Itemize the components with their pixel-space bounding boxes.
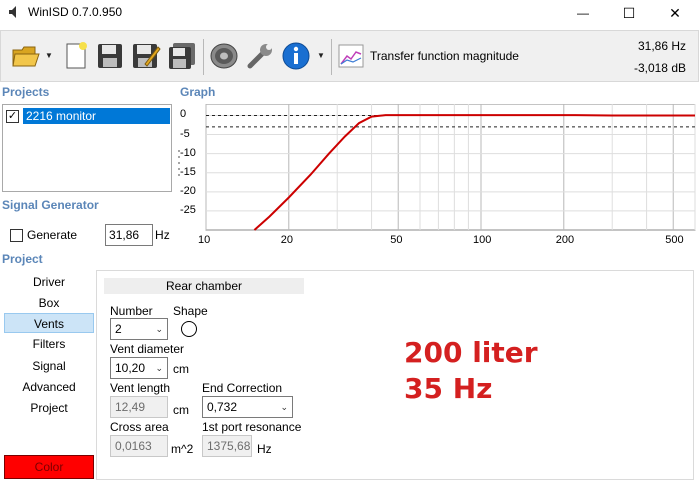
- close-icon: ✕: [669, 4, 681, 21]
- annotation-tuning: 35 Hz: [404, 372, 493, 405]
- end-correction-label: End Correction: [202, 381, 283, 395]
- about-button[interactable]: [279, 37, 313, 75]
- save-button[interactable]: [93, 37, 127, 75]
- save-as-icon: [133, 44, 161, 68]
- close-button[interactable]: ✕: [652, 0, 698, 26]
- open-button[interactable]: [9, 37, 43, 75]
- generate-checkbox[interactable]: [10, 228, 23, 242]
- annotation-volume: 200 liter: [404, 336, 538, 369]
- graph-type-button[interactable]: [335, 37, 367, 75]
- number-value: 2: [115, 322, 122, 336]
- chart-grid: [205, 103, 696, 231]
- new-document-icon: [66, 42, 87, 69]
- graph-icon: [338, 44, 364, 68]
- toolbar: ▼ ▼ Transfer function magnitude 31,86 Hz…: [0, 30, 699, 82]
- project-name: 2216 monitor: [23, 108, 170, 124]
- color-button[interactable]: Color: [4, 455, 94, 479]
- y-tick-label: -10: [180, 146, 196, 159]
- end-correction-value: 0,732: [207, 400, 238, 414]
- nav-item-filters[interactable]: Filters: [4, 334, 94, 354]
- port-resonance-label: 1st port resonance: [202, 420, 302, 434]
- x-tick-label: 500: [665, 234, 684, 246]
- chevron-down-icon: ⌄: [280, 401, 288, 412]
- projects-header: Projects: [2, 85, 50, 99]
- cross-area-label: Cross area: [110, 420, 169, 434]
- graph-header: Graph: [180, 85, 216, 99]
- info-dropdown-icon[interactable]: ▼: [317, 51, 325, 60]
- title-bar: WinISD 0.7.0.950 — ☐ ✕: [0, 0, 699, 26]
- frequency-unit: Hz: [155, 228, 170, 242]
- list-item[interactable]: ✓ 2216 monitor: [6, 108, 170, 124]
- vent-length-field: 12,49: [110, 396, 168, 418]
- vent-length-label: Vent length: [110, 381, 171, 395]
- number-label: Number: [110, 304, 153, 318]
- graph-type-label[interactable]: Transfer function magnitude: [370, 49, 519, 63]
- y-tick-label: -25: [180, 203, 196, 216]
- tools-button[interactable]: [243, 37, 277, 75]
- minimize-button[interactable]: —: [560, 0, 606, 26]
- x-tick-label: 200: [555, 234, 575, 246]
- new-project-button[interactable]: [59, 37, 93, 75]
- wrench-icon: [247, 44, 272, 69]
- minimize-icon: —: [577, 6, 589, 20]
- rear-chamber-header: Rear chamber: [104, 278, 304, 294]
- nav-item-advanced[interactable]: Advanced: [4, 377, 94, 397]
- round-shape-icon[interactable]: [181, 321, 197, 337]
- save-all-button[interactable]: [165, 37, 199, 75]
- save-as-button[interactable]: [129, 37, 163, 75]
- info-icon: [282, 42, 310, 70]
- open-dropdown-icon[interactable]: ▼: [45, 51, 53, 60]
- nav-item-signal[interactable]: Signal: [4, 356, 94, 376]
- chevron-down-icon: ⌄: [155, 362, 163, 373]
- chevron-down-icon: ⌄: [155, 323, 163, 334]
- y-tick-label: -20: [180, 184, 196, 197]
- signal-generator-row: Generate 31,86 Hz: [10, 224, 170, 246]
- y-tick-label: -15: [180, 165, 196, 178]
- open-folder-icon: [12, 46, 40, 67]
- maximize-button[interactable]: ☐: [606, 0, 652, 26]
- y-tick-label: 0: [180, 108, 187, 121]
- nav-item-project[interactable]: Project: [4, 398, 94, 418]
- graph-panel[interactable]: 0 -5 -10 -15 -20 -25 10 20 50 100 200 500: [176, 103, 697, 254]
- cursor-level-readout: -3,018 dB: [633, 61, 686, 75]
- project-header: Project: [2, 252, 43, 266]
- save-all-icon: [169, 43, 195, 69]
- window-title: WinISD 0.7.0.950: [28, 5, 123, 19]
- cursor-frequency-readout: 31,86 Hz: [637, 39, 686, 53]
- app-speaker-icon: [9, 6, 16, 18]
- vent-length-unit: cm: [173, 403, 189, 417]
- project-list[interactable]: ✓ 2216 monitor: [2, 104, 172, 192]
- project-visible-checkbox[interactable]: ✓: [6, 109, 19, 123]
- number-select[interactable]: 2 ⌄: [110, 318, 168, 340]
- cross-area-unit: m^2: [171, 442, 194, 456]
- vent-diameter-unit: cm: [173, 362, 189, 376]
- nav-item-box[interactable]: Box: [4, 293, 94, 313]
- frequency-input[interactable]: 31,86: [105, 224, 154, 246]
- vent-diameter-value: 10,20: [115, 361, 146, 375]
- transfer-function-chart[interactable]: [176, 103, 697, 254]
- nav-item-vents[interactable]: Vents: [4, 313, 94, 333]
- maximize-icon: ☐: [622, 4, 636, 21]
- vent-diameter-select[interactable]: 10,20 ⌄: [110, 357, 168, 379]
- speaker-icon: [210, 43, 238, 69]
- signal-generator-header: Signal Generator: [2, 198, 99, 212]
- shape-label: Shape: [173, 304, 208, 318]
- x-tick-label: 10: [198, 234, 211, 246]
- toolbar-separator: [203, 39, 204, 75]
- x-tick-label: 20: [280, 234, 294, 246]
- end-correction-select[interactable]: 0,732 ⌄: [202, 396, 293, 418]
- toolbar-separator: [331, 39, 332, 75]
- x-tick-label: 100: [473, 234, 492, 246]
- vent-diameter-label: Vent diameter: [110, 342, 185, 356]
- port-resonance-unit: Hz: [257, 442, 272, 456]
- cross-area-field: 0,0163: [110, 435, 168, 457]
- y-tick-label: -5: [180, 127, 190, 140]
- generate-label: Generate: [27, 228, 78, 242]
- x-tick-label: 50: [390, 234, 403, 246]
- port-resonance-field: 1375,68: [202, 435, 252, 457]
- driver-editor-button[interactable]: [207, 37, 241, 75]
- nav-item-driver[interactable]: Driver: [4, 272, 94, 292]
- save-icon: [98, 44, 122, 68]
